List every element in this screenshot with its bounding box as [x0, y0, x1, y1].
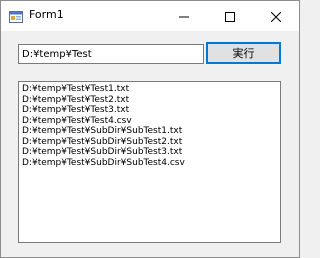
run-button[interactable]: 実行	[206, 42, 281, 64]
app-icon	[9, 9, 23, 23]
path-input[interactable]	[18, 44, 204, 64]
app-window: Form1 実行 D:¥temp¥Test¥Test1.txt D:¥temp¥…	[0, 0, 300, 258]
list-item[interactable]: D:¥temp¥Test¥Test2.txt	[22, 95, 277, 106]
minimize-button[interactable]	[161, 1, 207, 31]
maximize-icon	[225, 7, 235, 26]
list-item[interactable]: D:¥temp¥Test¥Test1.txt	[22, 84, 277, 95]
window-title: Form1	[29, 8, 64, 21]
list-item[interactable]: D:¥temp¥Test¥SubDir¥SubTest1.txt	[22, 126, 277, 137]
list-item[interactable]: D:¥temp¥Test¥Test3.txt	[22, 105, 277, 116]
minimize-icon	[179, 7, 189, 26]
file-listbox[interactable]: D:¥temp¥Test¥Test1.txt D:¥temp¥Test¥Test…	[18, 81, 281, 243]
title-bar[interactable]: Form1	[1, 1, 299, 31]
list-item[interactable]: D:¥temp¥Test¥SubDir¥SubTest3.txt	[22, 147, 277, 158]
close-icon	[270, 7, 282, 26]
list-item[interactable]: D:¥temp¥Test¥SubDir¥SubTest2.txt	[22, 137, 277, 148]
list-item[interactable]: D:¥temp¥Test¥Test4.csv	[22, 116, 277, 127]
list-item[interactable]: D:¥temp¥Test¥SubDir¥SubTest4.csv	[22, 158, 277, 169]
close-button[interactable]	[253, 1, 299, 31]
maximize-button[interactable]	[207, 1, 253, 31]
